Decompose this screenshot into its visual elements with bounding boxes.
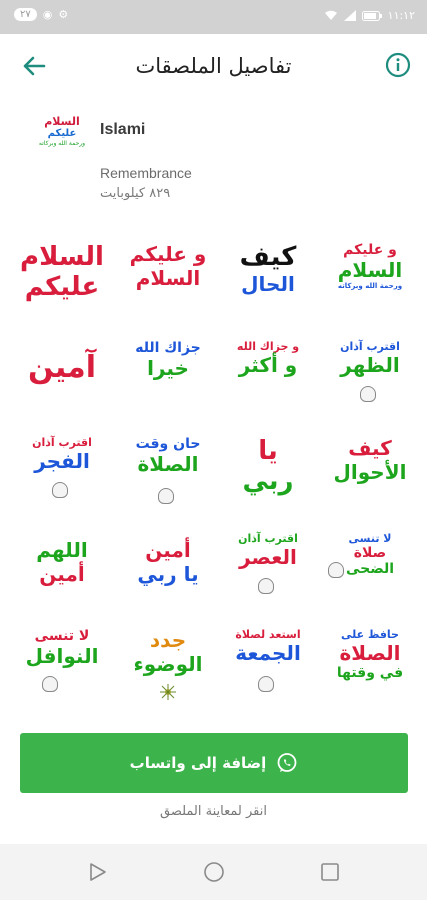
sticker-line: جزاك الله <box>135 340 201 356</box>
sticker-line: حافظ على <box>340 628 399 641</box>
sticker-line: أمين <box>145 538 191 562</box>
sticker[interactable]: و عليكم السلام <box>118 242 218 332</box>
sticker-line: السلام <box>20 242 104 272</box>
sticker-line: اللهم <box>36 538 88 562</box>
sticker-line: الظهر <box>340 353 400 377</box>
wifi-icon <box>324 10 337 20</box>
sticker-line: و عليكم <box>343 242 397 258</box>
info-icon[interactable] <box>385 52 411 78</box>
pack-tray-icon: السلام عليكم ورحمة الله وبركاته <box>34 116 90 156</box>
signal-icon <box>343 10 356 21</box>
sticker-line: اقترب آذان <box>238 532 298 545</box>
sticker[interactable]: جزاك الله خيرا <box>118 340 218 430</box>
preview-hint: انقر لمعاينة الملصق <box>160 804 267 819</box>
sticker[interactable]: يا ربي <box>218 436 318 526</box>
skull-icon <box>328 562 344 578</box>
add-to-whatsapp-label: إضافة إلى واتساب <box>129 754 267 772</box>
sticker[interactable]: اقترب آذان العصر <box>218 532 318 622</box>
sticker[interactable]: استعد لصلاة الجمعة <box>218 628 318 718</box>
skull-icon <box>258 676 274 692</box>
whatsapp-icon <box>277 753 297 772</box>
sticker-line: لا تنسى <box>34 628 90 644</box>
nav-back-icon[interactable] <box>86 860 110 884</box>
notification-icon: ◉ <box>42 8 53 21</box>
sticker-line: لا تنسى <box>348 532 392 545</box>
skull-icon <box>158 488 174 504</box>
sticker[interactable]: اقترب آذان الظهر <box>320 340 420 430</box>
sticker-line: آمين <box>27 350 97 385</box>
app-bar: تفاصيل الملصقات <box>0 34 427 98</box>
battery-saver-badge: ٢٧ <box>14 8 37 21</box>
navigation-bar <box>0 844 427 900</box>
sticker-line: الأحوال <box>333 460 407 484</box>
add-to-whatsapp-button[interactable]: إضافة إلى واتساب <box>20 733 408 793</box>
nav-recents-icon[interactable] <box>318 860 342 884</box>
sticker-line: العصر <box>239 545 297 569</box>
thumb-line-2: عليكم <box>47 128 77 139</box>
screen: ٢٧ ◉ ⚙ ١١:١٢ تفاصيل الملصقات السلام عليك… <box>0 0 427 900</box>
sticker-line: جدد <box>149 628 187 652</box>
sticker-line: الجمعة <box>235 641 301 665</box>
sticker-line: يا ربي <box>137 562 199 586</box>
sticker-line: الفجر <box>34 449 90 473</box>
thumb-line-3: ورحمة الله وبركاته <box>38 140 86 147</box>
sticker-line: الحال <box>241 272 295 296</box>
skull-icon <box>360 386 376 402</box>
sticker-line: الوضوء <box>133 652 203 676</box>
sticker-line: و جزاك الله <box>236 340 300 353</box>
sticker-line: و عليكم <box>129 242 207 266</box>
status-left: ٢٧ ◉ ⚙ <box>14 8 68 21</box>
sticker-line: حان وقت <box>135 436 201 452</box>
sticker-line: عليكم <box>24 272 100 302</box>
sticker-line: كيف <box>348 436 392 460</box>
sticker-line: يا <box>258 436 278 466</box>
sticker[interactable]: لا تنسى صلاة الضحى <box>320 532 420 622</box>
sticker[interactable]: حافظ على الصلاة في وقتها <box>320 628 420 718</box>
pack-publisher: Remembrance <box>100 165 192 181</box>
battery-icon <box>361 10 382 21</box>
sticker-line: السلام <box>337 258 403 282</box>
sticker-line: الصلاة <box>137 452 199 476</box>
sticker[interactable]: جدد الوضوء <box>118 628 218 718</box>
sticker[interactable]: السلام عليكم <box>12 242 112 332</box>
sticker[interactable]: و عليكم السلام ورحمة الله وبركاته <box>320 242 420 332</box>
sticker-line: استعد لصلاة <box>235 628 301 641</box>
sticker-line: خيرا <box>147 356 189 380</box>
sticker[interactable]: لا تنسى النوافل <box>12 628 112 718</box>
sticker[interactable]: اقترب آذان الفجر <box>12 436 112 526</box>
clock: ١١:١٢ <box>387 9 415 22</box>
sticker-line: صلاة <box>353 545 387 561</box>
sticker-line: اقترب آذان <box>32 436 92 449</box>
sticker-line: أمين <box>39 562 85 586</box>
skull-icon <box>258 578 274 594</box>
sticker[interactable]: حان وقت الصلاة <box>118 436 218 526</box>
skull-icon <box>52 482 68 498</box>
status-bar: ٢٧ ◉ ⚙ ١١:١٢ <box>0 0 427 34</box>
sticker[interactable]: و جزاك الله و أكثر <box>218 340 318 430</box>
nav-home-icon[interactable] <box>202 860 226 884</box>
sticker[interactable]: آمين <box>12 350 112 440</box>
page-title: تفاصيل الملصقات <box>135 54 292 78</box>
sticker-line: اقترب آذان <box>340 340 400 353</box>
sticker-line: السلام <box>135 266 201 290</box>
flower-icon <box>160 684 176 700</box>
sticker-grid: و عليكم السلام ورحمة الله وبركاته كيف ال… <box>8 232 420 732</box>
sticker-line: و أكثر <box>238 353 298 377</box>
sticker[interactable]: كيف الأحوال <box>320 436 420 526</box>
sticker[interactable]: أمين يا ربي <box>118 538 218 628</box>
pack-name: Islami <box>100 121 146 138</box>
thumb-line-1: السلام <box>44 115 80 128</box>
skull-icon <box>42 676 58 692</box>
sticker-line: كيف <box>239 242 297 272</box>
sticker-line: ربي <box>242 466 294 496</box>
sticker-line: في وقتها <box>336 665 404 681</box>
settings-icon: ⚙ <box>58 8 69 21</box>
sticker[interactable]: كيف الحال <box>218 242 318 332</box>
sticker-line: الصلاة <box>339 641 401 665</box>
sticker-line: النوافل <box>25 644 99 668</box>
sticker-line: ورحمة الله وبركاته <box>337 282 403 290</box>
sticker[interactable]: اللهم أمين <box>12 538 112 628</box>
pack-size: ٨٢٩ كيلوبايت <box>100 186 171 201</box>
status-right: ١١:١٢ <box>324 9 415 22</box>
